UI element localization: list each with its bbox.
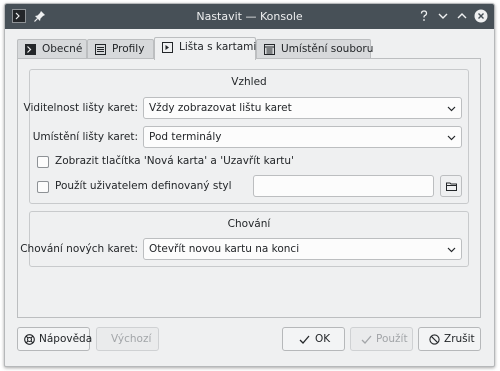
tab-general-label: Obecné xyxy=(42,43,83,55)
ok-button-label: OK xyxy=(315,333,331,345)
browse-file-button[interactable] xyxy=(440,175,462,197)
show-buttons-label[interactable]: Zobrazit tlačítka 'Nová karta' a 'Uzavří… xyxy=(55,155,294,167)
minimize-icon[interactable] xyxy=(436,9,450,23)
cancel-icon xyxy=(429,334,440,345)
tabbar-visibility-label: Viditelnost lišty karet: xyxy=(23,102,138,114)
ok-button[interactable]: OK xyxy=(282,327,345,351)
tabbar-position-value: Pod terminály xyxy=(149,131,222,143)
tabbar-visibility-combo[interactable]: Vždy zobrazovat lištu karet xyxy=(143,97,462,119)
folder-icon xyxy=(446,182,457,191)
tab-tabbar[interactable]: Lišta s kartami xyxy=(154,37,256,60)
maximize-icon[interactable] xyxy=(455,9,469,23)
tab-general[interactable]: Obecné xyxy=(17,39,87,59)
tabbar-visibility-value: Vždy zobrazovat lištu karet xyxy=(149,102,292,114)
help-icon[interactable] xyxy=(417,9,431,23)
apply-button-label: Použít xyxy=(376,333,408,345)
custom-style-checkbox[interactable] xyxy=(37,181,49,193)
appearance-group: Vzhled Viditelnost lišty karet: Vždy zob… xyxy=(24,69,469,204)
tabbar-position-label: Umístění lišty karet: xyxy=(32,131,138,143)
help-button-label: Nápověda xyxy=(39,333,93,345)
lifebuoy-icon xyxy=(24,334,35,345)
apply-button[interactable]: Použít xyxy=(350,327,413,351)
appearance-group-title: Vzhled xyxy=(231,76,267,88)
tabbar-position-combo[interactable]: Pod terminály xyxy=(143,126,462,148)
settings-dialog: Nastavit — Konsole Obecné Profily Lišta … xyxy=(4,3,495,367)
tab-file-locations[interactable]: Umístění souboru xyxy=(256,39,374,59)
tab-profiles-label: Profily xyxy=(112,43,145,55)
behavior-group-title: Chování xyxy=(227,218,271,230)
new-tab-behavior-label: Chování nových karet: xyxy=(20,243,138,255)
list-icon xyxy=(95,44,106,55)
new-tab-behavior-value: Otevřít novou kartu na konci xyxy=(149,243,300,255)
show-buttons-checkbox[interactable] xyxy=(37,156,49,168)
defaults-button-label: Výchozí xyxy=(111,333,152,345)
close-icon[interactable] xyxy=(474,9,488,23)
tab-profiles[interactable]: Profily xyxy=(87,39,154,59)
tab-file-locations-label: Umístění souboru xyxy=(281,43,374,55)
cancel-button-label: Zrušit xyxy=(444,333,475,345)
folder-list-icon xyxy=(264,44,275,55)
checkmark-icon xyxy=(361,334,372,345)
chevron-down-icon xyxy=(447,245,456,254)
new-tab-behavior-combo[interactable]: Otevřít novou kartu na konci xyxy=(143,238,462,260)
cancel-button[interactable]: Zrušit xyxy=(418,327,481,351)
custom-style-path-input[interactable] xyxy=(253,175,434,197)
terminal-icon xyxy=(25,44,36,55)
chevron-down-icon xyxy=(447,133,456,142)
chevron-down-icon xyxy=(447,104,456,113)
tab-tabbar-label: Lišta s kartami xyxy=(179,41,257,53)
title-bar[interactable]: Nastavit — Konsole xyxy=(5,4,494,29)
help-button[interactable]: Nápověda xyxy=(17,327,93,351)
tabs-icon xyxy=(162,42,173,53)
custom-style-label[interactable]: Použít uživatelem definovaný styl xyxy=(55,180,232,192)
defaults-button[interactable]: Výchozí xyxy=(96,327,159,351)
behavior-group: Chování Chování nových karet: Otevřít no… xyxy=(20,211,469,267)
tab-content-panel: Vzhled Viditelnost lišty karet: Vždy zob… xyxy=(17,58,481,318)
checkmark-icon xyxy=(299,334,310,345)
